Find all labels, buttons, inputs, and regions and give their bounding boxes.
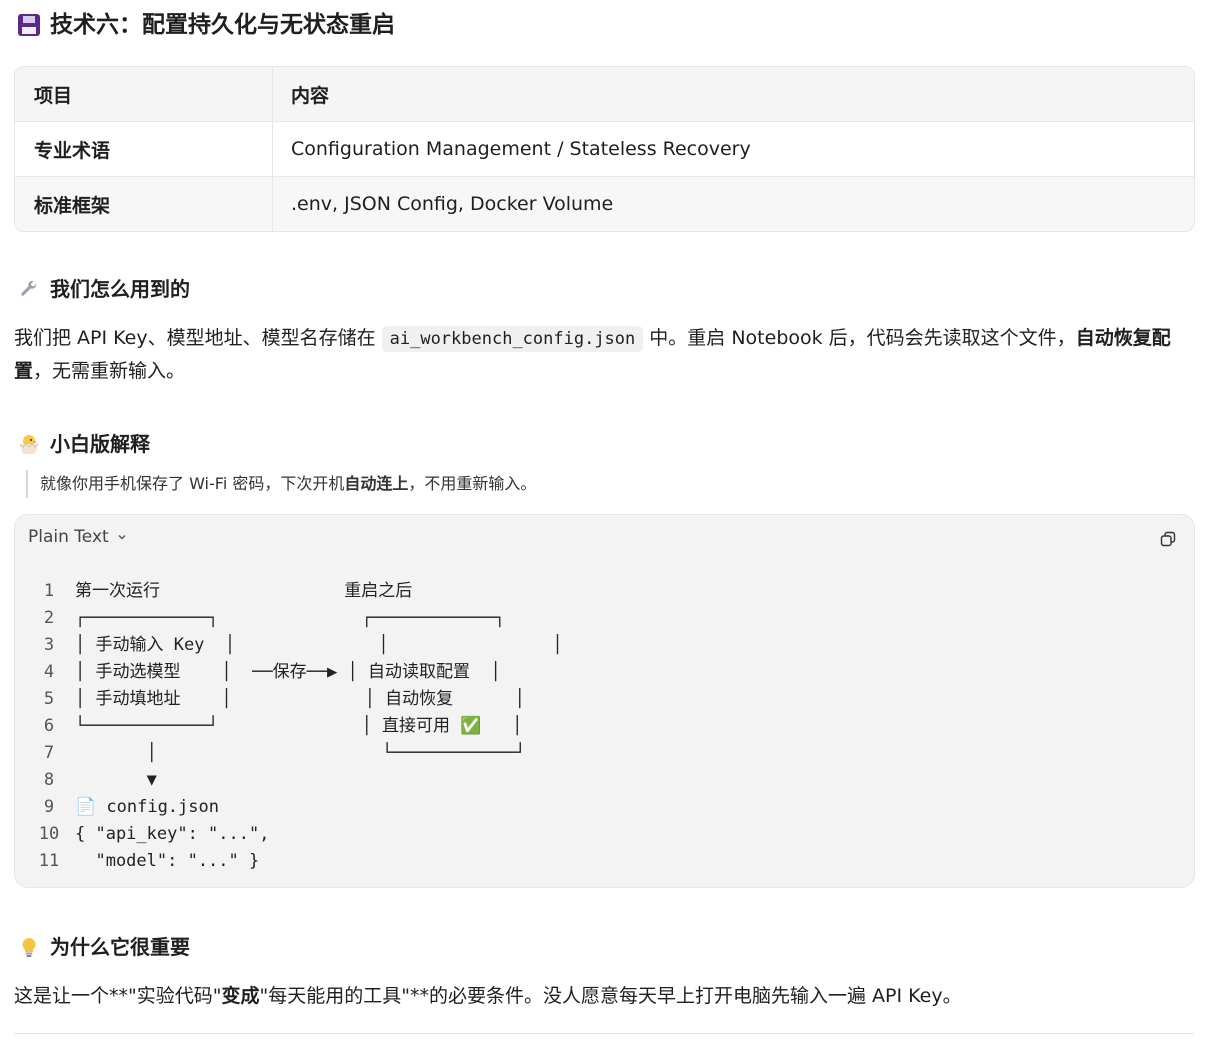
quote-text: 就像你用手机保存了 Wi-Fi 密码，下次开机	[40, 474, 345, 493]
table-cell: 专业术语	[15, 122, 273, 176]
config-filename-code: ai_workbench_config.json	[381, 326, 644, 352]
line-text: │ 手动填地址 │ │ 自动恢复 │	[75, 689, 525, 709]
hatching-chick-icon	[19, 435, 39, 455]
beginner-heading: 小白版解释	[18, 429, 150, 459]
table-header-cell: 内容	[291, 84, 330, 107]
table-cell: .env, JSON Config, Docker Volume	[291, 193, 614, 215]
divider	[14, 1033, 1194, 1034]
line-number: 6	[43, 716, 55, 736]
beginner-title: 小白版解释	[50, 432, 150, 456]
paragraph-text: ，无需重新输入。	[33, 360, 186, 382]
code-line: 6 └────────────┘ │ 直接可用 ✅ │	[15, 713, 1194, 740]
line-text: "model": "..." }	[75, 851, 260, 871]
line-number: 9	[43, 797, 55, 817]
light-bulb-icon	[22, 938, 36, 957]
section-title: 技术六：配置持久化与无状态重启	[18, 8, 395, 42]
line-text: ┌────────────┐ ┌────────────┐	[75, 608, 505, 628]
line-text: └────────────┘ │ 直接可用 ✅ │	[75, 716, 523, 736]
code-block: Plain Text 1 第一次运行 重启之后 2 ┌────────────┐ ┌…	[14, 514, 1195, 888]
line-number: 11	[38, 851, 60, 871]
code-line: 10 { "api_key": "...",	[15, 821, 1194, 848]
line-text: 📄 config.json	[75, 797, 219, 817]
wrench-icon	[21, 280, 37, 296]
line-number: 8	[43, 770, 55, 790]
code-line: 1 第一次运行 重启之后	[15, 578, 1194, 605]
quote-text: ，不用重新输入。	[408, 474, 537, 493]
floppy-disk-icon	[18, 14, 40, 36]
paragraph-text: "每天能用的工具"**的必要条件。没人愿意每天早上打开电脑先输入一遍 API K…	[259, 985, 962, 1007]
paragraph-text: 我们把 API Key、模型地址、模型名存储在	[14, 327, 382, 349]
table-header-row: 项目 内容	[15, 67, 1194, 121]
paragraph-bold: 变成	[221, 985, 260, 1007]
line-text: │ 手动输入 Key │ │ │	[75, 635, 563, 655]
section-title-text: 技术六：配置持久化与无状态重启	[50, 12, 395, 38]
line-text: 第一次运行 重启之后	[75, 581, 413, 601]
meta-table: 项目 内容 专业术语 Configuration Management / St…	[14, 66, 1195, 232]
why-paragraph: 这是让一个**"实验代码"变成"每天能用的工具"**的必要条件。没人愿意每天早上…	[14, 980, 1194, 1012]
code-line: 4 │ 手动选模型 │ ──保存──▶ │ 自动读取配置 │	[15, 659, 1194, 686]
code-line: 9 📄 config.json	[15, 794, 1194, 821]
chevron-down-icon	[118, 535, 126, 540]
code-line: 11 "model": "..." }	[15, 848, 1194, 875]
table-cell: Configuration Management / Stateless Rec…	[291, 138, 751, 160]
line-text: ▼	[75, 770, 157, 790]
table-cell: 标准框架	[15, 177, 273, 231]
table-header-cell: 项目	[15, 67, 273, 121]
copy-icon[interactable]	[1160, 531, 1176, 547]
table-row: 标准框架 .env, JSON Config, Docker Volume	[15, 176, 1194, 231]
line-number: 3	[43, 635, 55, 655]
beginner-quote: 就像你用手机保存了 Wi-Fi 密码，下次开机自动连上，不用重新输入。	[26, 470, 536, 498]
line-number: 4	[43, 662, 55, 682]
language-selector[interactable]: Plain Text	[28, 527, 127, 547]
quote-bold: 自动连上	[344, 474, 409, 493]
language-label: Plain Text	[28, 527, 109, 547]
line-text: │ └────────────┘	[75, 743, 526, 763]
paragraph-text: 中。重启 Notebook 后，代码会先读取这个文件，	[643, 327, 1076, 349]
line-number: 1	[43, 581, 55, 601]
how-we-use-title: 我们怎么用到的	[50, 277, 190, 301]
code-line: 3 │ 手动输入 Key │ │ │	[15, 632, 1194, 659]
line-number: 5	[43, 689, 55, 709]
code-line: 7 │ └────────────┘	[15, 740, 1194, 767]
document-page: 技术六：配置持久化与无状态重启 项目 内容 专业术语 Configuration…	[0, 0, 1215, 1041]
code-lines: 1 第一次运行 重启之后 2 ┌────────────┐ ┌───────────…	[15, 578, 1194, 875]
code-line: 2 ┌────────────┐ ┌────────────┐	[15, 605, 1194, 632]
table-row: 专业术语 Configuration Management / Stateles…	[15, 121, 1194, 176]
line-text: │ 手动选模型 │ ──保存──▶ │ 自动读取配置 │	[75, 662, 501, 682]
line-number: 2	[43, 608, 55, 628]
line-text: { "api_key": "...",	[75, 824, 270, 844]
why-heading: 为什么它很重要	[18, 932, 190, 962]
paragraph-text: 这是让一个**"实验代码"	[14, 985, 222, 1007]
line-number: 10	[38, 824, 60, 844]
code-line: 8 ▼	[15, 767, 1194, 794]
code-line: 5 │ 手动填地址 │ │ 自动恢复 │	[15, 686, 1194, 713]
line-number: 7	[43, 743, 55, 763]
why-title: 为什么它很重要	[50, 935, 190, 959]
how-we-use-paragraph: 我们把 API Key、模型地址、模型名存储在 ai_workbench_con…	[14, 322, 1194, 387]
how-we-use-heading: 我们怎么用到的	[18, 274, 190, 304]
